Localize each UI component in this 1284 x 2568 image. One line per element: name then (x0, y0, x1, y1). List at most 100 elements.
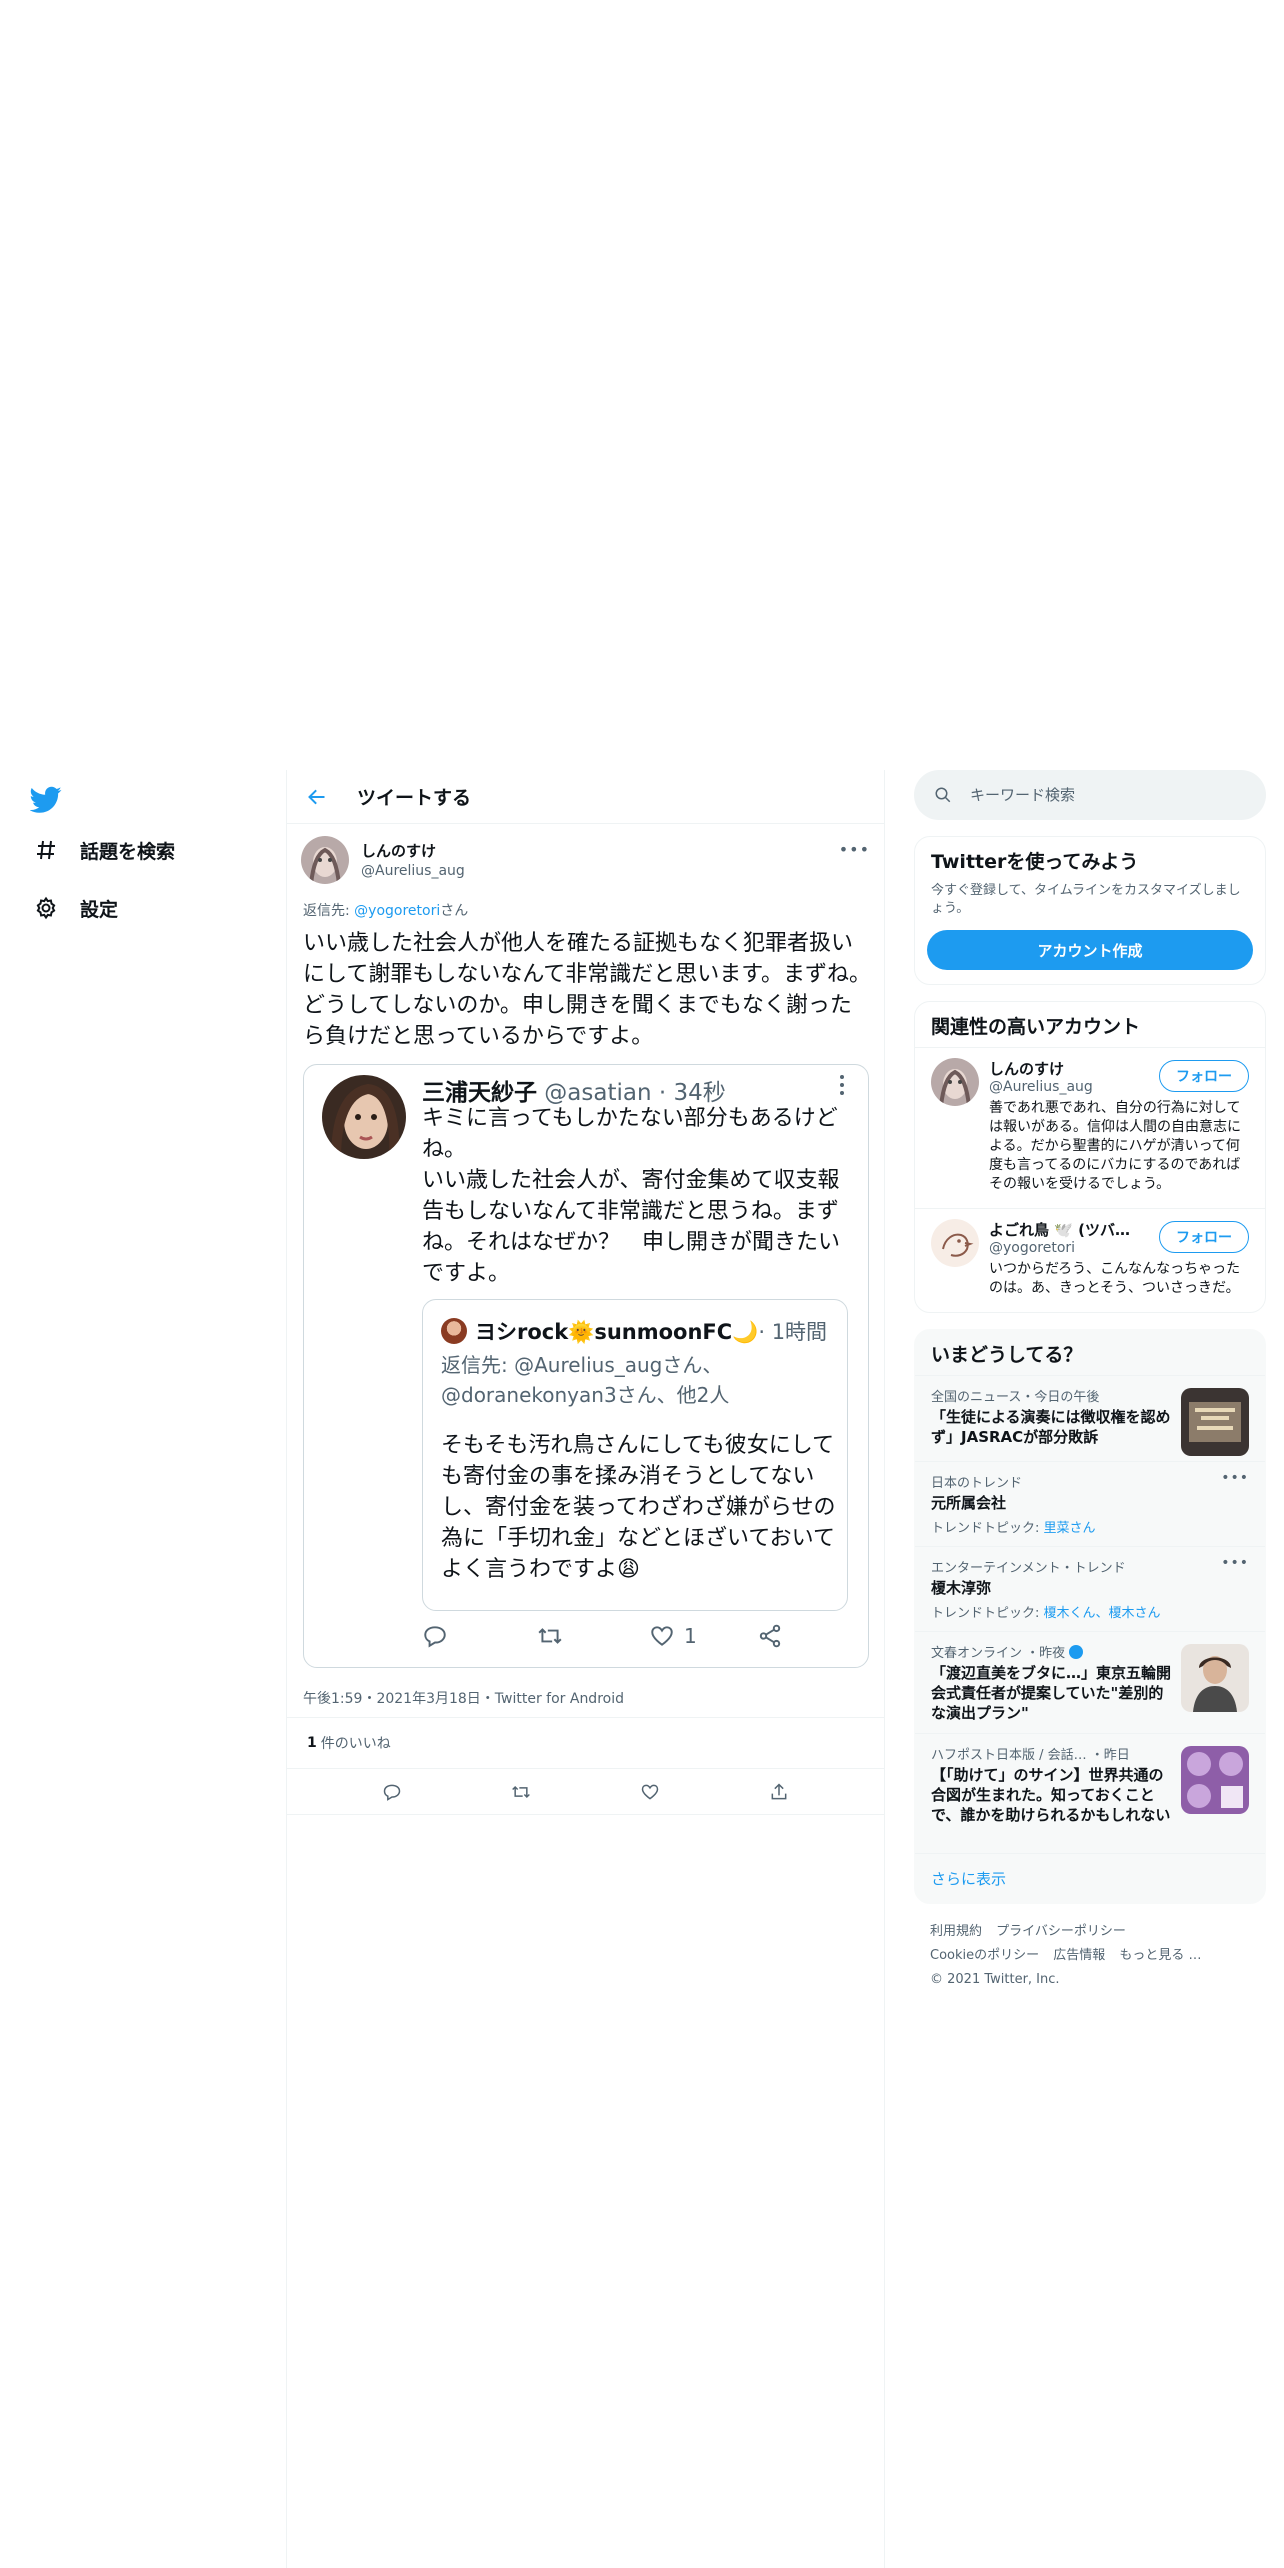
right-sidebar: Twitterを使ってみよう 今すぐ登録して、タイムラインをカスタマイズしましょ… (914, 770, 1266, 1992)
trend-item[interactable]: ハフポスト日本版 / 会話… ・昨日 【「助けて」のサイン】世界共通の合図が生ま… (915, 1733, 1265, 1853)
search-input[interactable] (970, 786, 1230, 804)
tweet-actions (287, 1769, 884, 1815)
nav-explore[interactable]: 話題を検索 (30, 832, 175, 868)
likes-label: 件のいいね (320, 1736, 391, 1752)
trend-item[interactable]: 日本のトレンド 元所属会社 トレンドトピック: 里菜さん ••• (915, 1461, 1265, 1546)
back-arrow-icon[interactable] (305, 785, 329, 809)
copyright: © 2021 Twitter, Inc. (930, 1972, 1060, 1987)
account-bio: いつからだろう、こんなんなっちゃったのは。あ、きっとそう、ついさっきだ。 (989, 1261, 1241, 1296)
trend-category-text: ハフポスト日本版 / 会話… ・昨日 (931, 1748, 1130, 1763)
embedded-more-icon (840, 1075, 846, 1099)
tweet-text: いい歳した社会人が他人を確たる証拠もなく犯罪者扱いにして謝罪もしないなんて非常識… (303, 931, 872, 1049)
trend-sub-links[interactable]: 榎木くん、榎木さん (1044, 1606, 1161, 1621)
trend-title: 【「助けて」のサイン】世界共通の合図が生まれた。知っておくことで、誰かを助けられ… (931, 1766, 1171, 1824)
twitter-logo-icon[interactable] (29, 786, 62, 814)
footer-link[interactable]: プライバシーポリシー (996, 1924, 1126, 1939)
gear-icon (30, 892, 62, 924)
tweet-meta[interactable]: 午後1:59・2021年3月18日・Twitter for Android (303, 1688, 624, 1708)
embedded-reply-icon (422, 1623, 448, 1649)
trend-thumbnail (1181, 1388, 1249, 1456)
trend-item[interactable]: 文春オンライン ・昨夜 「渡辺直美をブタに…」東京五輪開会式責任者が提案していた… (915, 1631, 1265, 1733)
page-header: ツイートする (287, 770, 884, 824)
embedded-share-icon (757, 1623, 783, 1649)
account-bio: 善であれ悪であれ、自分の行為に対しては報いがある。信仰は人間の自由意志による。だ… (989, 1100, 1241, 1192)
signup-card: Twitterを使ってみよう 今すぐ登録して、タイムラインをカスタマイズしましょ… (914, 836, 1266, 985)
trend-category: 全国のニュース・今日の午後 (931, 1390, 1100, 1405)
main-column: ツイートする しんのすけ @Aurelius_aug ••• 返信先: @yog… (286, 770, 885, 2568)
account-name[interactable]: よごれ鳥 🕊️ (ツバ… (989, 1219, 1139, 1240)
tweet-author[interactable]: しんのすけ @Aurelius_aug (301, 836, 465, 884)
embedded-header: 三浦天紗子 @asatian · 34秒 (422, 1073, 726, 1107)
trend-title: 「渡辺直美をブタに…」東京五輪開会式責任者が提案していた"差別的な演出プラン" (931, 1664, 1172, 1722)
retweet-icon[interactable] (501, 1772, 541, 1812)
create-account-button[interactable]: アカウント作成 (927, 930, 1253, 970)
embedded-heart-icon (651, 1626, 673, 1646)
related-title: 関連性の高いアカウント (931, 1016, 1141, 1038)
nav-explore-label: 話題を検索 (80, 840, 176, 863)
footer-link[interactable]: 広告情報 (1053, 1948, 1105, 1963)
footer: 利用規約 プライバシーポリシー Cookieのポリシー 広告情報 もっと見る …… (914, 1904, 1266, 1992)
account-item[interactable]: よごれ鳥 🕊️ (ツバ… @yogoretori いつからだろう、こんなんなっち… (915, 1208, 1265, 1312)
tweet-image[interactable]: 三浦天紗子 @asatian · 34秒 キミに言ってもしかたない部分もあるけど… (303, 1064, 869, 1668)
quoted-text: そもそも汚れ鳥さんにしても彼女にしても寄付金の事を揉み消そうとしてないし、寄付金… (441, 1433, 836, 1582)
footer-link[interactable]: Cookieのポリシー (930, 1948, 1039, 1963)
trend-subtitle: トレンドトピック: 里菜さん (931, 1517, 1249, 1536)
quoted-reply-to: 返信先: @Aurelius_augさん、@doranekonyan3さん、他2… (441, 1353, 730, 1407)
reply-suffix: さん (440, 903, 469, 919)
related-accounts-card: 関連性の高いアカウント しんのすけ @Aurelius_aug 善であれ悪であれ… (914, 1001, 1266, 1313)
like-icon[interactable] (630, 1772, 670, 1812)
trend-category-text: 文春オンライン ・昨夜 (931, 1646, 1066, 1661)
trend-subtitle: トレンドトピック: 榎木くん、榎木さん (931, 1602, 1249, 1621)
follow-button[interactable]: フォロー (1159, 1060, 1249, 1092)
trend-more-icon[interactable]: ••• (1221, 1470, 1249, 1486)
embedded-like: 1 (648, 1623, 697, 1649)
trend-item[interactable]: エンターテインメント・トレンド 榎木淳弥 トレンドトピック: 榎木くん、榎木さん… (915, 1546, 1265, 1631)
trend-thumbnail (1181, 1746, 1249, 1814)
trend-category: 文春オンライン ・昨夜 (931, 1642, 1171, 1661)
trend-more-icon[interactable]: ••• (1221, 1555, 1249, 1571)
signup-title: Twitterを使ってみよう (931, 851, 1139, 873)
trend-title: 「生徒による演奏には徴収権を認めず」JASRACが部分敗訴 (931, 1408, 1171, 1446)
likes-summary[interactable]: 1 件のいいね (287, 1717, 884, 1769)
author-handle[interactable]: @Aurelius_aug (361, 863, 465, 879)
trend-title: 元所属会社 (931, 1494, 1007, 1512)
trends-card: いまどうしてる？ 全国のニュース・今日の午後 「生徒による演奏には徴収権を認めず… (914, 1329, 1266, 1904)
trend-item[interactable]: 全国のニュース・今日の午後 「生徒による演奏には徴収権を認めず」JASRACが部… (915, 1375, 1265, 1461)
reply-prefix: 返信先: (303, 903, 355, 919)
embedded-retweet-icon (536, 1623, 564, 1649)
nav-settings-label: 設定 (80, 898, 119, 921)
trend-category: エンターテインメント・トレンド (931, 1561, 1126, 1576)
show-more-link[interactable]: さらに表示 (915, 1853, 1265, 1903)
quoted-time: · 1時間 (758, 1320, 828, 1344)
signup-desc: 今すぐ登録して、タイムラインをカスタマイズしましょう。 (931, 883, 1241, 916)
avatar[interactable] (931, 1219, 979, 1267)
avatar[interactable] (301, 836, 349, 884)
search-bar[interactable] (914, 770, 1266, 820)
trend-category: ハフポスト日本版 / 会話… ・昨日 (931, 1744, 1171, 1763)
likes-count: 1 (307, 1735, 317, 1751)
reply-to-link[interactable]: @yogoretori (354, 903, 440, 919)
quoted-header: ヨシrock🌞sunmoonFC🌙 · 1時間 (441, 1316, 827, 1346)
avatar[interactable] (931, 1058, 979, 1106)
reply-to-line: 返信先: @yogoretoriさん (303, 900, 468, 920)
trend-sub-prefix: トレンドトピック: (931, 1606, 1044, 1621)
reply-icon[interactable] (372, 1772, 412, 1812)
trend-thumbnail (1181, 1644, 1249, 1712)
share-icon[interactable] (759, 1772, 799, 1812)
account-name[interactable]: しんのすけ (989, 1058, 1139, 1079)
account-item[interactable]: しんのすけ @Aurelius_aug 善であれ悪であれ、自分の行為に対しては報… (915, 1047, 1265, 1208)
quoted-avatar (441, 1318, 467, 1344)
trend-title: 榎木淳弥 (931, 1579, 992, 1597)
embedded-text: キミに言ってもしかたない部分もあるけどね。 いい歳した社会人が、寄付金集めて収支… (422, 1106, 841, 1286)
hashtag-icon (30, 834, 62, 866)
trend-sub-links[interactable]: 里菜さん (1044, 1521, 1096, 1536)
footer-link[interactable]: もっと見る … (1119, 1948, 1201, 1963)
embedded-actions: 1 (422, 1621, 842, 1651)
follow-button[interactable]: フォロー (1159, 1221, 1249, 1253)
nav-settings[interactable]: 設定 (30, 890, 118, 926)
footer-link[interactable]: 利用規約 (930, 1924, 982, 1939)
author-name[interactable]: しんのすけ (361, 840, 465, 861)
more-options-icon[interactable]: ••• (839, 840, 870, 859)
trend-category: 日本のトレンド (931, 1476, 1023, 1491)
embedded-avatar (322, 1075, 406, 1159)
